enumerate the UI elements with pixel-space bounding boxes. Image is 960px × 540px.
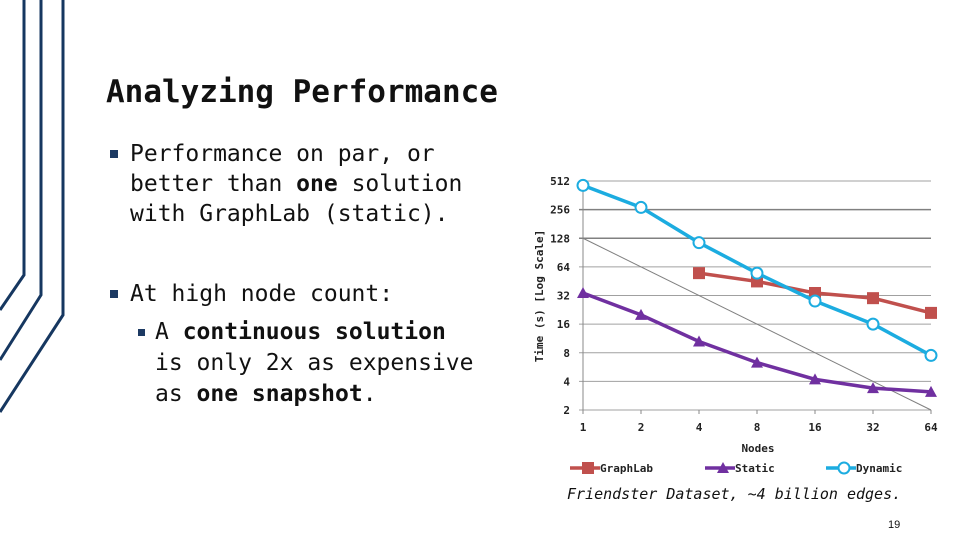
data-point-dynamic	[808, 294, 822, 308]
data-point-graphlab	[867, 292, 879, 305]
legend-label-static: Static	[735, 462, 775, 475]
data-point-dynamic	[692, 236, 706, 250]
legend-marker-dynamic	[837, 461, 851, 475]
x-axis-label: Nodes	[741, 442, 774, 455]
x-tick-label: 1	[580, 421, 587, 434]
y-tick-label: 4	[563, 375, 570, 388]
x-tick-label: 32	[866, 421, 879, 434]
y-tick-label: 2	[563, 404, 570, 417]
x-tick-label: 2	[638, 421, 645, 434]
y-tick-label: 16	[557, 318, 571, 331]
y-tick-label: 64	[557, 261, 571, 274]
legend-marker-graphlab	[582, 462, 594, 474]
x-tick-label: 8	[754, 421, 761, 434]
data-point-dynamic	[866, 317, 880, 331]
chart-caption: Friendster Dataset, ~4 billion edges.	[567, 485, 902, 503]
data-point-graphlab	[693, 267, 705, 280]
y-tick-label: 256	[550, 204, 570, 217]
data-point-dynamic	[750, 266, 764, 280]
data-point-dynamic	[634, 200, 648, 214]
y-tick-label: 32	[557, 290, 570, 303]
y-tick-label: 128	[550, 232, 570, 245]
data-point-dynamic	[576, 178, 590, 192]
data-point-graphlab	[925, 306, 937, 319]
legend-label-graphlab: GraphLab	[600, 462, 653, 475]
x-tick-label: 64	[924, 421, 938, 434]
page-number: 19	[888, 519, 901, 531]
legend-label-dynamic: Dynamic	[856, 462, 902, 475]
x-tick-label: 16	[808, 421, 822, 434]
performance-chart: 2481632641282565121 2 4 8 16 32 64NodesTime (s…	[533, 175, 938, 475]
y-tick-label: 512	[550, 175, 570, 188]
x-tick-label: 4	[696, 421, 703, 434]
series-line-static	[582, 291, 932, 394]
y-tick-label: 8	[563, 347, 570, 360]
y-axis-label: Time (s) [Log Scale]	[533, 230, 546, 362]
data-point-static	[577, 286, 589, 298]
data-point-dynamic	[924, 348, 938, 362]
